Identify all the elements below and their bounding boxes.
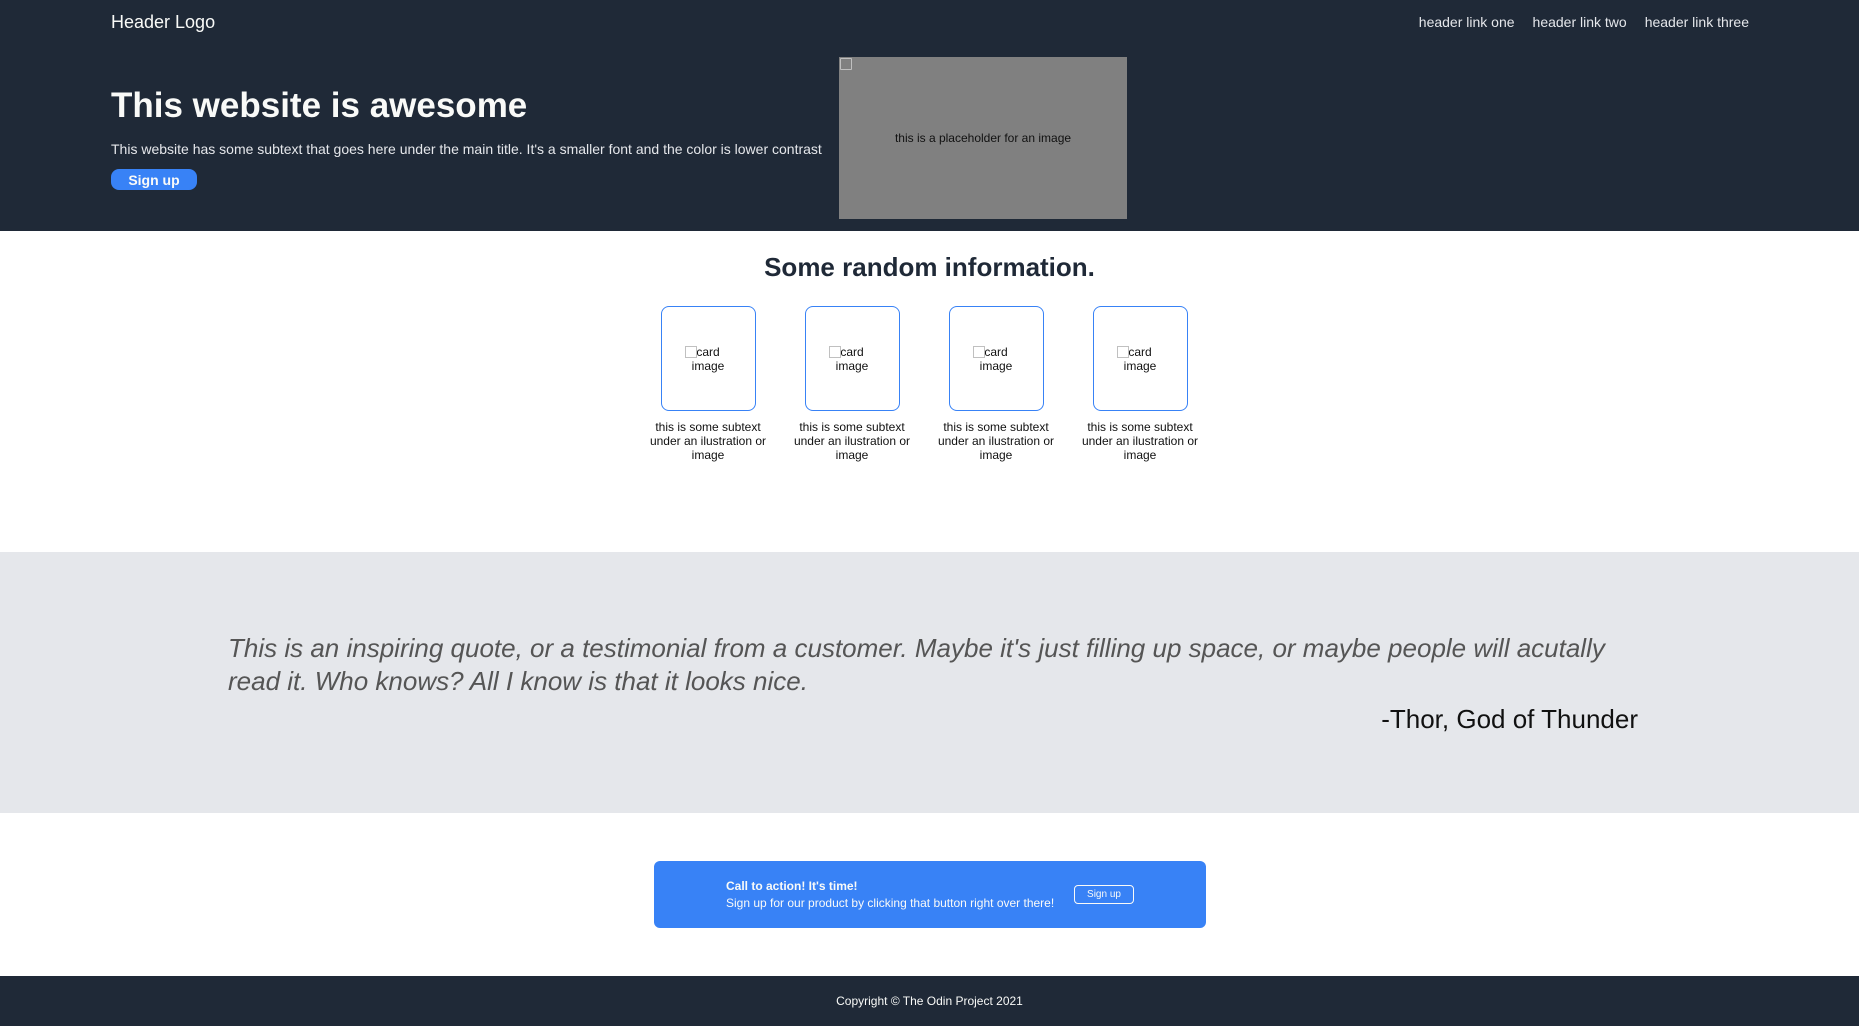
card-image-frame: card image (804, 306, 900, 411)
cta-signup-button[interactable]: Sign up (1074, 885, 1134, 904)
quote-text: This is an inspiring quote, or a testimo… (228, 633, 1605, 696)
hero-section: Header Logo header link one header link … (0, 0, 1859, 231)
cta-subtext: Sign up for our product by clicking that… (726, 896, 1055, 910)
info-card: card image this is some subtext under an… (794, 306, 910, 462)
info-cards: card image this is some subtext under an… (650, 306, 1198, 462)
card-subtext: this is some subtext under an ilustratio… (937, 420, 1055, 462)
info-card: card image this is some subtext under an… (650, 306, 766, 462)
cta-title: Call to action! It's time! (726, 879, 858, 893)
info-title: Some random information. (764, 252, 1095, 282)
card-image: card image (1117, 345, 1163, 373)
header-nav: header link one header link two header l… (1419, 14, 1749, 30)
info-card: card image this is some subtext under an… (938, 306, 1054, 462)
broken-image-icon (840, 58, 852, 70)
broken-image-icon (829, 345, 841, 358)
footer: Copyright © The Odin Project 2021 (0, 976, 1859, 1026)
card-image-frame: card image (1092, 306, 1188, 411)
info-card: card image this is some subtext under an… (1082, 306, 1198, 462)
card-image-frame: card image (948, 306, 1044, 411)
card-subtext: this is some subtext under an ilustratio… (1081, 420, 1199, 462)
hero-image-placeholder: this is a placeholder for an image (839, 57, 1127, 219)
header-logo[interactable]: Header Logo (111, 12, 215, 33)
footer-copyright: Copyright © The Odin Project 2021 (836, 994, 1023, 1008)
quote-section: This is an inspiring quote, or a testimo… (0, 552, 1859, 813)
nav-link-one[interactable]: header link one (1419, 14, 1515, 30)
card-image: card image (685, 345, 731, 373)
hero-subtext: This website has some subtext that goes … (111, 141, 822, 157)
quote-author: -Thor, God of Thunder (1381, 704, 1638, 734)
hero-signup-button[interactable]: Sign up (111, 169, 197, 190)
broken-image-icon (685, 345, 697, 358)
nav-link-two[interactable]: header link two (1533, 14, 1627, 30)
call-to-action-box: Call to action! It's time! Sign up for o… (654, 861, 1206, 928)
card-subtext: this is some subtext under an ilustratio… (649, 420, 767, 462)
nav-link-three[interactable]: header link three (1645, 14, 1749, 30)
broken-image-icon (973, 345, 985, 358)
card-image: card image (829, 345, 875, 373)
hero-title: This website is awesome (111, 86, 528, 125)
broken-image-icon (1117, 345, 1129, 358)
card-subtext: this is some subtext under an ilustratio… (793, 420, 911, 462)
card-image-frame: card image (660, 306, 756, 411)
card-image: card image (973, 345, 1019, 373)
hero-image-alt: this is a placeholder for an image (894, 131, 1072, 145)
